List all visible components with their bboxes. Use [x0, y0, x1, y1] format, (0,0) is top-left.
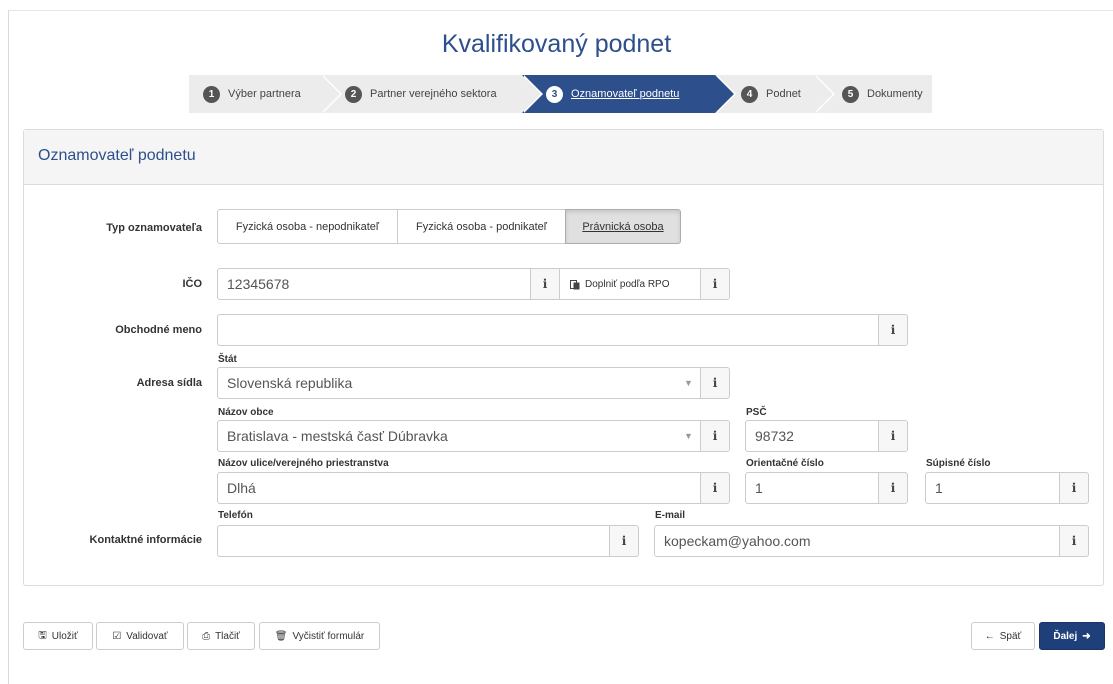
- step-label-3: Oznamovateľ podnetu: [571, 88, 680, 100]
- step-number-4: 4: [741, 85, 758, 103]
- ulozit-button[interactable]: 🖫 Uložiť: [23, 622, 93, 650]
- obec-label: Názov obce: [218, 407, 274, 418]
- obec-info-icon[interactable]: i: [700, 420, 730, 452]
- step-number-5: 5: [842, 85, 859, 103]
- orientacne-cislo-label: Orientačné číslo: [746, 458, 824, 469]
- spat-label: Späť: [999, 630, 1022, 642]
- step-label-1: Výber partnera: [228, 88, 301, 100]
- email-input[interactable]: kopeckam@yahoo.com: [654, 525, 1060, 557]
- ico-label: IČO: [182, 278, 202, 290]
- obchodne-meno-label: Obchodné meno: [115, 324, 202, 336]
- supisne-cislo-label: Súpisné číslo: [926, 458, 991, 469]
- page-title: Kvalifikovaný podnet: [441, 30, 672, 58]
- check-square-icon: ☑: [112, 630, 122, 642]
- obchodne-meno-input[interactable]: [217, 314, 879, 346]
- tlacit-label: Tlačiť: [215, 630, 240, 642]
- vycistit-label: Vyčistiť formulár: [292, 630, 365, 642]
- telefon-input[interactable]: [217, 525, 610, 557]
- supisne-cislo-info-icon[interactable]: i: [1059, 472, 1089, 504]
- arrow-right-icon: ➜: [1082, 630, 1091, 642]
- typ-label: Typ oznamovateľa: [106, 222, 202, 234]
- wizard-step-1[interactable]: 1 Výber partnera: [189, 75, 342, 113]
- panel-heading: Oznamovateľ podnetu: [24, 130, 1103, 185]
- save-icon: 🖫: [38, 629, 47, 641]
- typ-option-fo-podnikatel[interactable]: Fyzická osoba - podnikateľ: [397, 209, 566, 244]
- tlacit-button[interactable]: ⎙ Tlačiť: [187, 622, 255, 650]
- adresa-label: Adresa sídla: [136, 377, 202, 389]
- spat-button[interactable]: ← Späť: [971, 622, 1035, 650]
- psc-label: PSČ: [746, 407, 767, 418]
- ico-input[interactable]: 12345678: [217, 268, 531, 300]
- paste-icon: [570, 279, 580, 289]
- obec-chevron-down-icon: ▼: [684, 431, 693, 441]
- print-icon: ⎙: [202, 630, 211, 642]
- stat-chevron-down-icon: ▼: [684, 378, 693, 388]
- dalej-label: Ďalej: [1053, 630, 1078, 642]
- typ-option-fo-nepodnikatel[interactable]: Fyzická osoba - nepodnikateľ: [217, 209, 398, 244]
- obchodne-meno-info-icon[interactable]: i: [878, 314, 908, 346]
- email-info-icon[interactable]: i: [1059, 525, 1089, 557]
- ulica-label: Názov ulice/verejného priestranstva: [218, 458, 389, 469]
- wizard-step-2[interactable]: 2 Partner verejného sektora: [321, 75, 543, 113]
- vycistit-formular-button[interactable]: 🗑 Vyčistiť formulár: [259, 622, 380, 650]
- form-panel: Oznamovateľ podnetu: [23, 129, 1104, 586]
- ico-info-icon[interactable]: i: [530, 268, 560, 300]
- dalej-button[interactable]: Ďalej ➜: [1039, 622, 1105, 650]
- stat-select[interactable]: Slovenská republika: [217, 367, 701, 399]
- step-number-3: 3: [546, 85, 563, 103]
- typ-option-pravnicka[interactable]: Právnická osoba: [565, 209, 681, 244]
- ulozit-label: Uložiť: [51, 630, 78, 642]
- arrow-left-icon: ←: [984, 630, 995, 642]
- kontakt-label: Kontaktné informácie: [89, 534, 202, 546]
- trash-icon: 🗑: [274, 630, 288, 642]
- supisne-cislo-input[interactable]: 1: [925, 472, 1061, 504]
- orientacne-cislo-input[interactable]: 1: [745, 472, 880, 504]
- psc-input[interactable]: 98732: [745, 420, 880, 452]
- telefon-label: Telefón: [218, 510, 253, 521]
- wizard-step-3[interactable]: 3 Oznamovateľ podnetu: [522, 75, 736, 113]
- validovat-label: Validovať: [126, 630, 168, 642]
- doplnit-rpo-button[interactable]: Doplniť podľa RPO: [559, 268, 701, 300]
- validovat-button[interactable]: ☑ Validovať: [96, 622, 184, 650]
- typ-toggle-group: Fyzická osoba - nepodnikateľ Fyzická oso…: [217, 209, 681, 244]
- step-label-5: Dokumenty: [867, 88, 923, 100]
- obec-select[interactable]: Bratislava - mestská časť Dúbravka: [217, 420, 701, 452]
- email-label: E-mail: [655, 510, 686, 521]
- step-label-2: Partner verejného sektora: [370, 88, 497, 100]
- telefon-info-icon[interactable]: i: [609, 525, 639, 557]
- stat-label: Štát: [218, 354, 237, 365]
- wizard-steps: 1 Výber partnera 2 Partner verejného sek…: [189, 75, 932, 113]
- psc-info-icon[interactable]: i: [878, 420, 908, 452]
- ulica-info-icon[interactable]: i: [700, 472, 730, 504]
- rpo-info-icon[interactable]: i: [700, 268, 730, 300]
- ulica-input[interactable]: Dlhá: [217, 472, 701, 504]
- step-number-2: 2: [345, 85, 362, 103]
- step-label-4: Podnet: [766, 88, 801, 100]
- doplnit-rpo-label: Doplniť podľa RPO: [585, 278, 670, 290]
- stat-info-icon[interactable]: i: [700, 367, 730, 399]
- orientacne-cislo-info-icon[interactable]: i: [878, 472, 908, 504]
- step-number-1: 1: [203, 85, 220, 103]
